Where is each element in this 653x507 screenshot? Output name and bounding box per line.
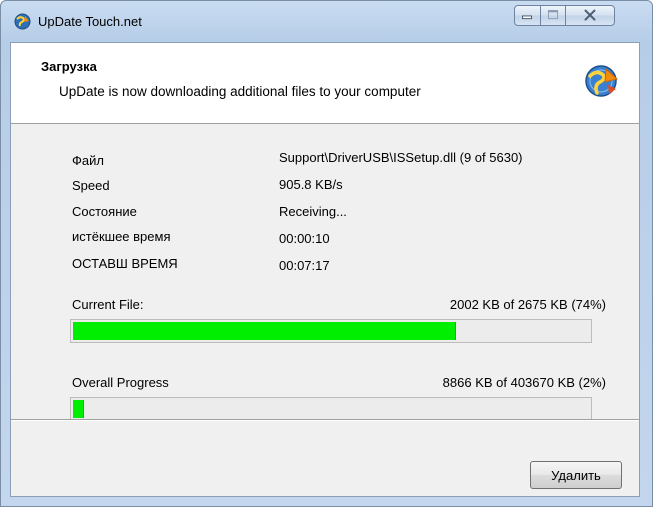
close-button[interactable] [565,5,615,26]
elapsed-time-value: 00:00:10 [279,231,330,246]
current-file-progress-fill [73,322,456,340]
overall-progress-detail: 8866 KB of 403670 KB (2%) [442,375,606,390]
window-title: UpDate Touch.net [38,14,142,29]
header-panel: Загрузка UpDate is now downloading addit… [11,43,639,124]
overall-progress-label: Overall Progress [72,375,169,390]
current-file-detail: 2002 KB of 2675 KB (74%) [449,297,606,312]
overall-progress-fill [73,400,84,418]
current-file-label: Current File: [72,297,144,312]
update-globe-icon [585,65,619,97]
remaining-time-label: ОСТАВШ ВРЕМЯ [72,256,178,271]
file-label: Файл [72,153,104,168]
minimize-icon [522,15,533,20]
overall-progress-bar [70,397,592,421]
speed-value: 905.8 KB/s [279,177,343,192]
download-dialog-window: UpDate Touch.net Загрузка UpDate is now … [0,0,653,507]
remaining-time-value: 00:07:17 [279,258,330,273]
dialog-client-area: Загрузка UpDate is now downloading addit… [10,42,640,497]
cancel-button[interactable]: Удалить [530,461,622,489]
file-value: Support\DriverUSB\ISSetup.dll (9 of 5630… [279,150,523,165]
current-file-progress-bar [70,319,592,343]
minimize-button[interactable] [514,5,541,26]
title-bar[interactable]: UpDate Touch.net [1,1,652,41]
maximize-button[interactable] [540,5,566,26]
caption-buttons [514,5,641,30]
speed-label: Speed [72,178,110,193]
header-title: Загрузка [41,59,97,74]
header-subtitle: UpDate is now downloading additional fil… [59,84,421,99]
update-globe-icon [14,13,31,30]
footer-divider [11,419,639,421]
status-label: Состояние [72,204,137,219]
elapsed-time-label: истёкшее время [72,229,171,244]
close-icon [584,9,596,21]
status-value: Receiving... [279,204,347,219]
maximize-icon [548,10,558,20]
